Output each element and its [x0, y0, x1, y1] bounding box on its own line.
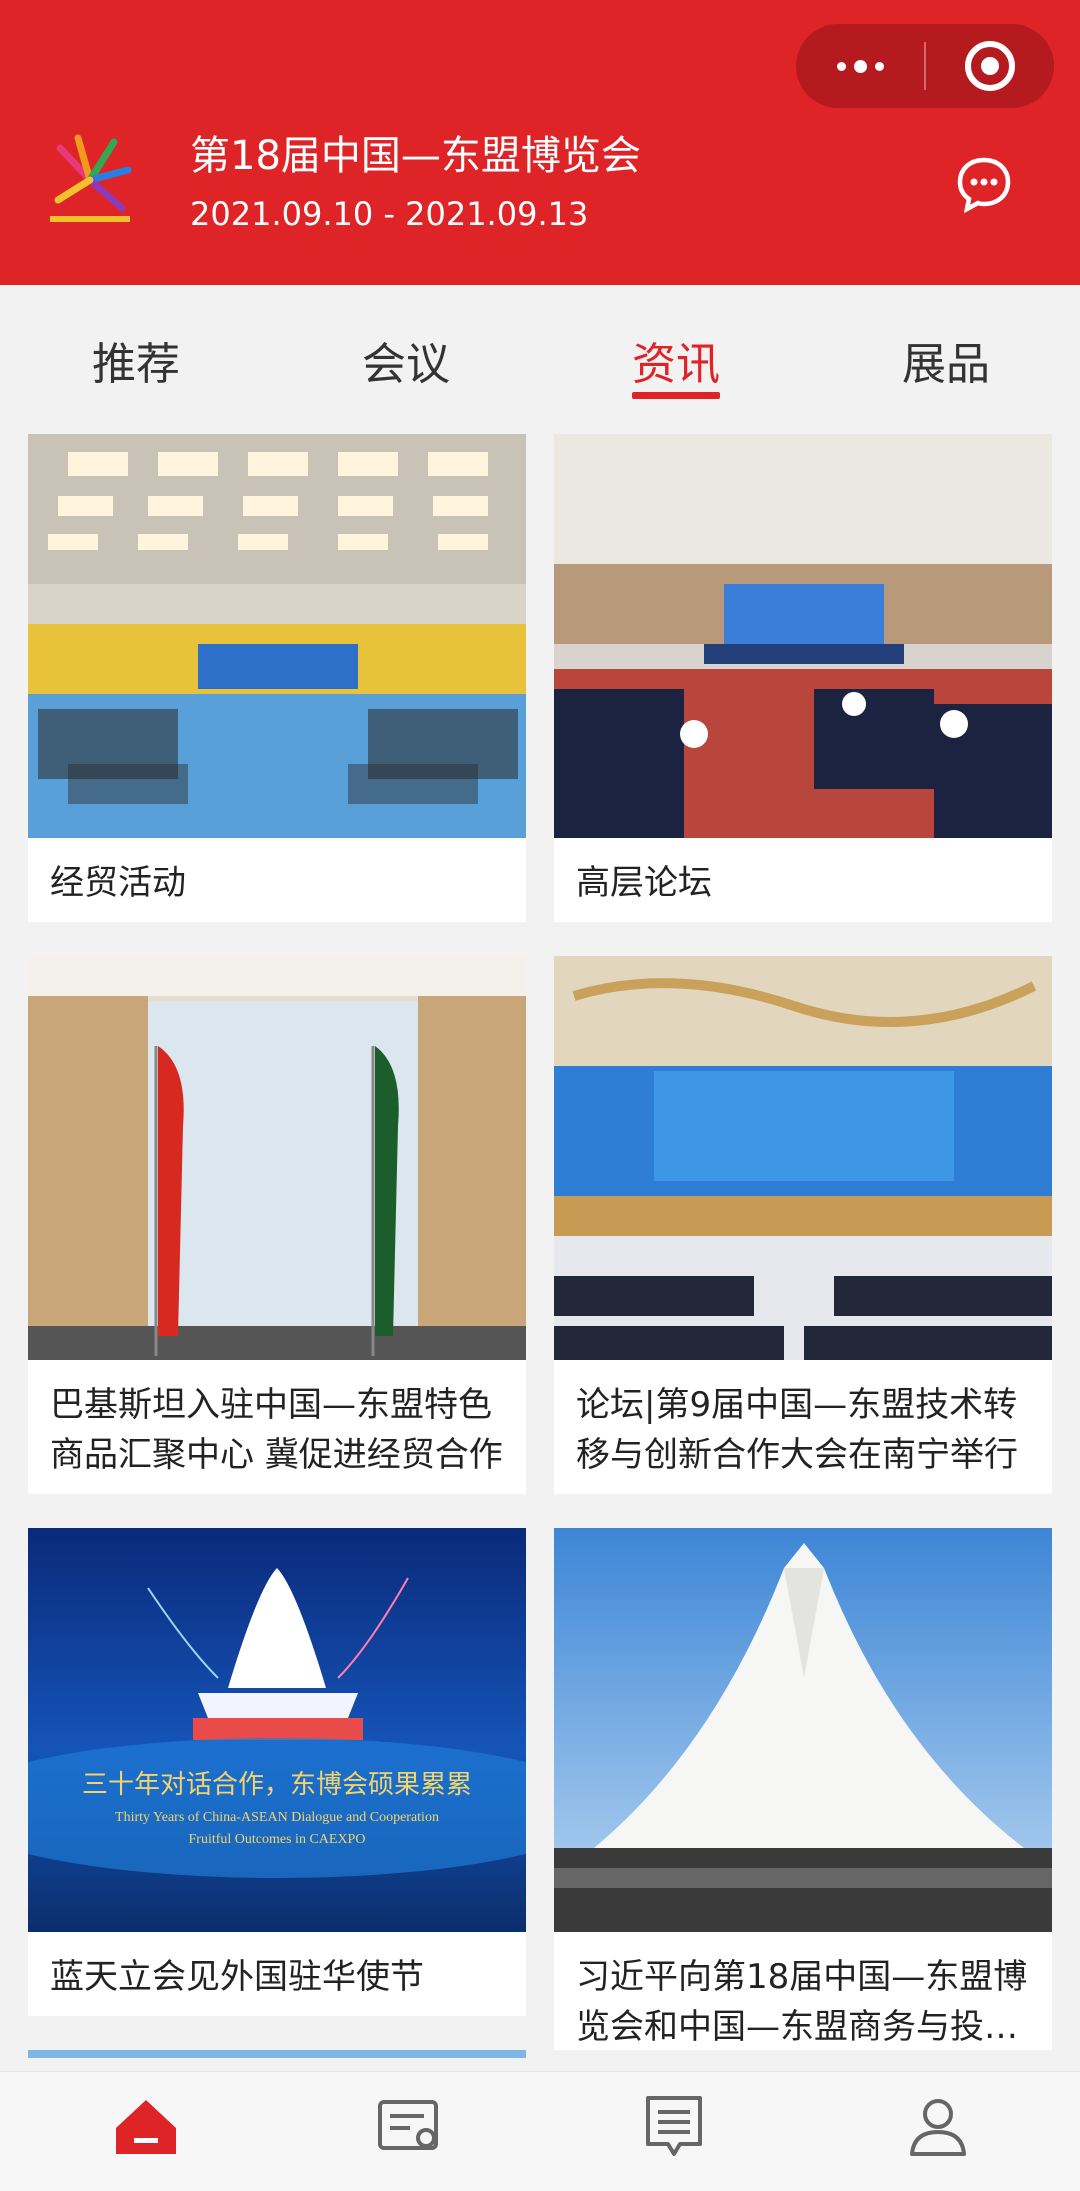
- expo-dates: 2021.09.10 - 2021.09.13: [190, 195, 589, 233]
- poster-subtitle-2: Fruitful Outcomes in CAEXPO: [188, 1832, 366, 1847]
- news-icon[interactable]: [638, 2090, 710, 2162]
- exhibit-icon[interactable]: [374, 2090, 446, 2162]
- news-title: 蓝天立会见外国驻华使节: [50, 1957, 424, 1997]
- bottom-navbar: [0, 2071, 1080, 2191]
- tab-exhibits[interactable]: 展品: [902, 335, 990, 395]
- news-card[interactable]: 经贸活动: [28, 434, 526, 922]
- caexpo-logo-icon: [50, 134, 132, 222]
- category-tabs: 推荐 会议 资讯 展品: [0, 285, 1080, 415]
- target-close-icon[interactable]: [926, 24, 1054, 108]
- app-header: 第18届中国—东盟博览会 2021.09.10 - 2021.09.13: [0, 0, 1080, 285]
- news-image: [28, 956, 526, 1360]
- poster-subtitle-1: Thirty Years of China-ASEAN Dialogue and…: [115, 1810, 439, 1825]
- tab-meetings[interactable]: 会议: [362, 335, 450, 395]
- news-card[interactable]: 三十年对话合作，东博会硕果累累 Thirty Years of China-AS…: [28, 1528, 526, 2016]
- expo-title: 第18届中国—东盟博览会: [190, 133, 641, 179]
- exhibition-building-illustration: [28, 1568, 526, 1878]
- news-image: [554, 1528, 1052, 1932]
- news-title: 经贸活动: [50, 863, 186, 903]
- news-title: 论坛|第9届中国—东盟技术转移与创新合作大会在南宁举行: [576, 1385, 1018, 1475]
- news-card[interactable]: 习近平向第18届中国—东盟博览会和中国—东盟商务与投资峰会致贺信: [554, 1528, 1052, 2050]
- tab-news[interactable]: 资讯: [632, 335, 720, 395]
- news-title: 高层论坛: [576, 863, 712, 903]
- poster-title: 三十年对话合作，东博会硕果累累: [81, 1769, 472, 1799]
- more-dots-icon[interactable]: [796, 24, 924, 108]
- news-image: [554, 434, 1052, 838]
- news-image: [554, 956, 1052, 1360]
- news-card[interactable]: 论坛|第9届中国—东盟技术转移与创新合作大会在南宁举行: [554, 956, 1052, 1494]
- news-title: 巴基斯坦入驻中国—东盟特色商品汇聚中心 冀促进经贸合作: [50, 1385, 503, 1475]
- news-title: 习近平向第18届中国—东盟博览会和中国—东盟商务与投资峰会致贺信: [576, 1957, 1028, 2047]
- news-card[interactable]: 高层论坛: [554, 434, 1052, 922]
- next-card-peek: [28, 2050, 526, 2058]
- home-icon[interactable]: [110, 2090, 182, 2162]
- news-card[interactable]: 巴基斯坦入驻中国—东盟特色商品汇聚中心 冀促进经贸合作: [28, 956, 526, 1494]
- news-image: [28, 434, 526, 838]
- chat-bubble-icon[interactable]: [955, 155, 1013, 213]
- news-image: 三十年对话合作，东博会硕果累累 Thirty Years of China-AS…: [28, 1528, 526, 1932]
- active-tab-indicator: [632, 392, 720, 399]
- tab-recommend[interactable]: 推荐: [92, 335, 180, 395]
- profile-icon[interactable]: [902, 2090, 974, 2162]
- mini-program-capsule: [796, 24, 1054, 108]
